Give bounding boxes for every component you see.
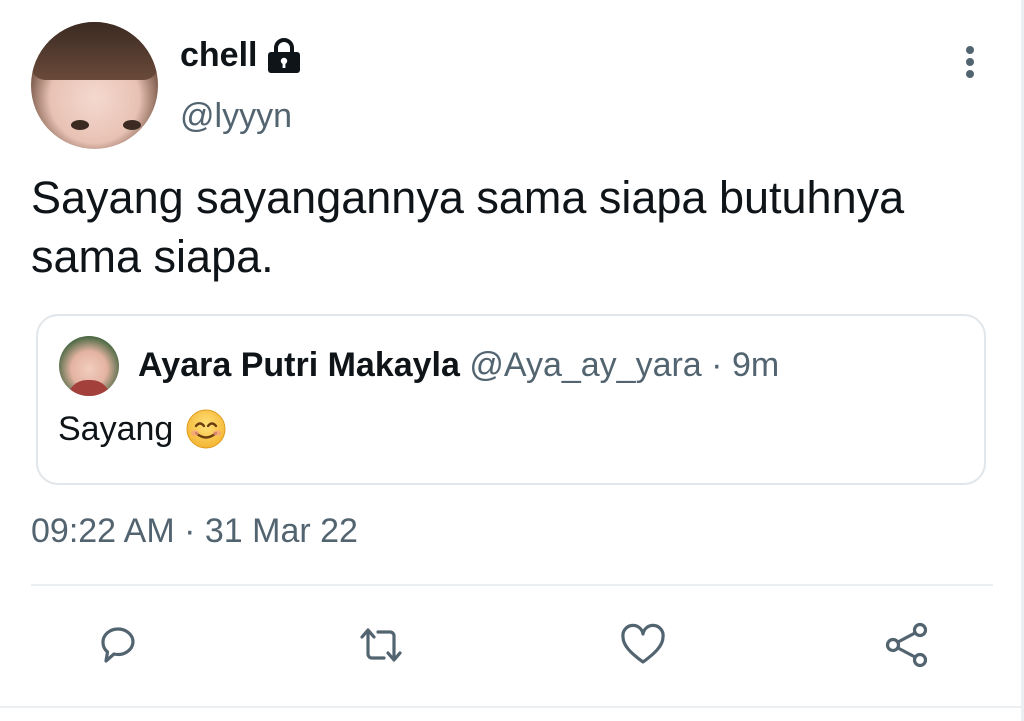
reply-icon	[101, 627, 135, 663]
author-display-name[interactable]: chell	[180, 36, 257, 75]
avatar-eye	[71, 120, 89, 130]
reply-button[interactable]	[93, 620, 143, 670]
lock-icon	[268, 37, 301, 73]
author-avatar[interactable]	[31, 22, 158, 149]
share-button[interactable]	[882, 620, 932, 670]
quoted-author-handle: @Aya_ay_yara	[469, 346, 702, 384]
avatar-shirt	[67, 380, 111, 396]
avatar-eye	[123, 120, 141, 130]
bottom-divider	[0, 706, 1024, 708]
more-options-icon[interactable]	[960, 44, 980, 80]
tweet-timestamp[interactable]: 09:22 AM · 31 Mar 22	[31, 512, 358, 551]
share-icon	[885, 622, 928, 668]
retweet-button[interactable]	[356, 620, 406, 670]
retweet-icon	[360, 628, 402, 662]
tweet-text: Sayang sayangannya sama siapa butuhnya s…	[31, 172, 905, 282]
avatar-hair	[31, 22, 158, 80]
author-handle[interactable]: @lyyyn	[180, 97, 292, 136]
quoted-tweet-text: Sayang	[58, 409, 174, 448]
quoted-tweet-age: 9m	[731, 346, 780, 384]
divider	[31, 584, 993, 586]
meta-separator: ·	[711, 346, 723, 384]
author-display-name-row[interactable]: chell	[180, 36, 303, 75]
like-button[interactable]	[618, 620, 668, 670]
quoted-tweet-header: Ayara Putri Makayla @Aya_ay_yara · 9m	[138, 346, 779, 385]
smiling-face-icon	[186, 409, 226, 449]
quoted-tweet-card[interactable]: Ayara Putri Makayla @Aya_ay_yara · 9m Sa…	[36, 314, 986, 485]
like-icon	[621, 623, 665, 664]
quoted-tweet-text-row: Sayang	[58, 408, 227, 450]
quoted-author-avatar	[59, 336, 119, 396]
quoted-author-name: Ayara Putri Makayla	[138, 346, 460, 384]
